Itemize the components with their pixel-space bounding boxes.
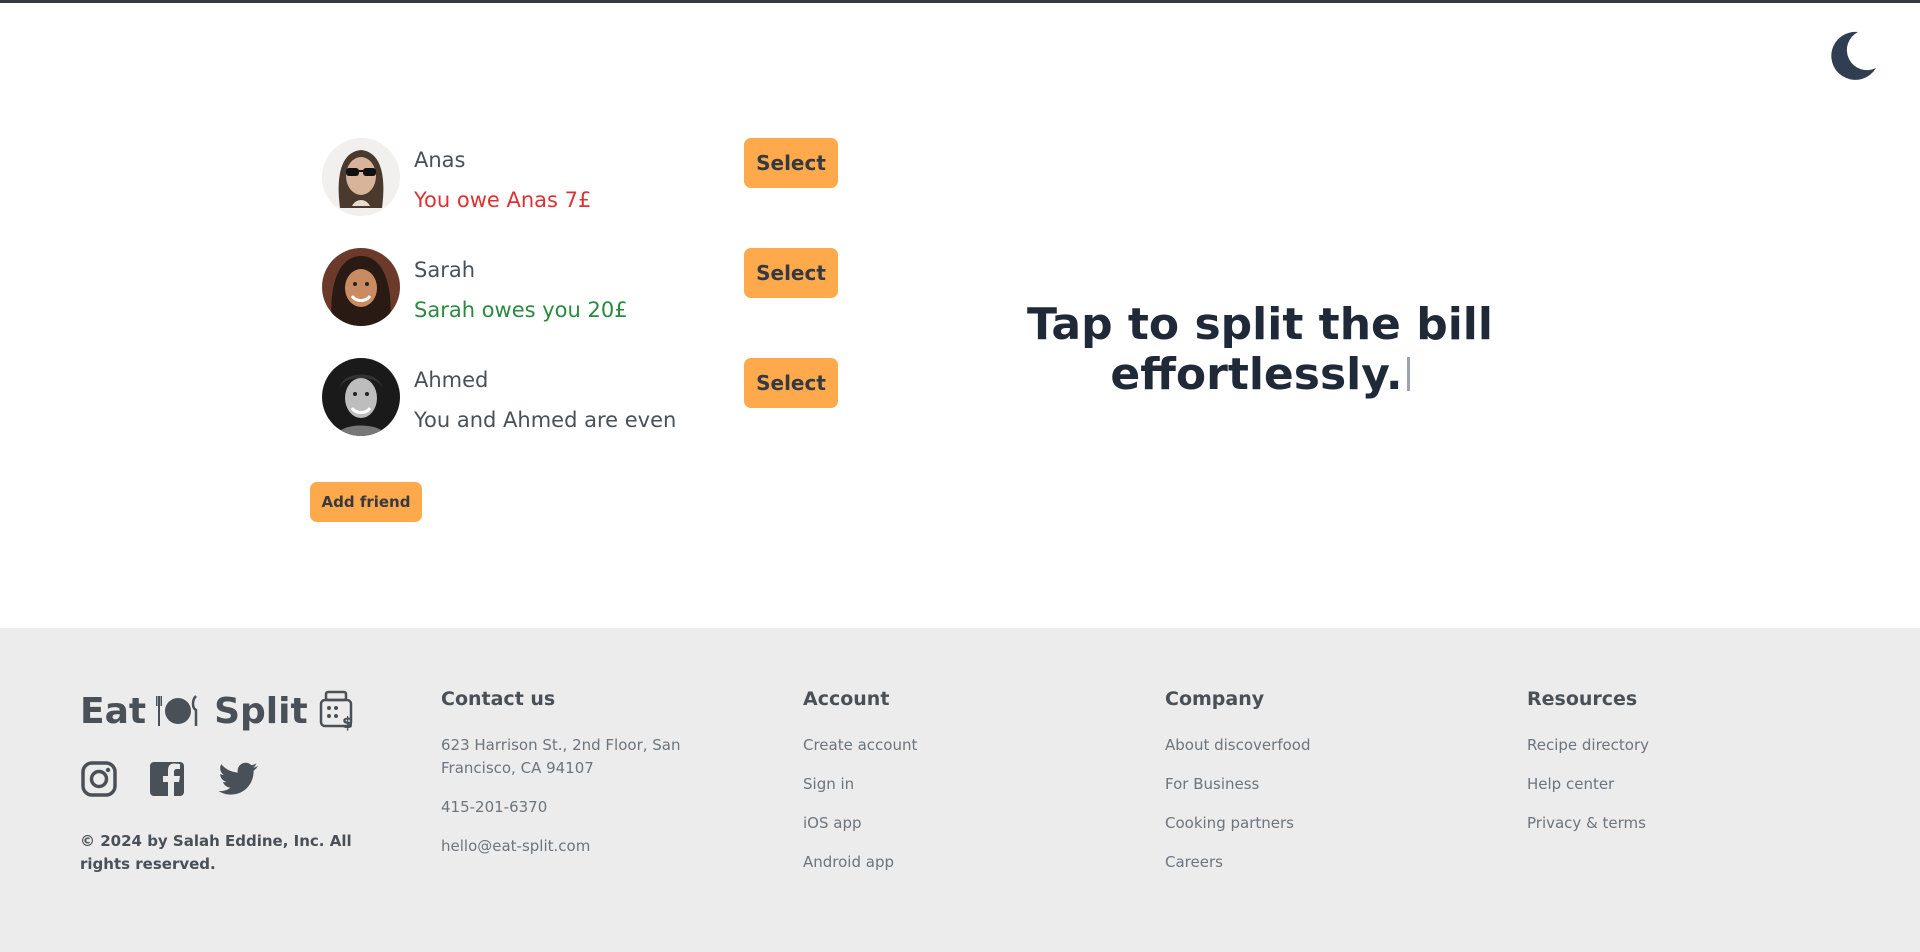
headline-line-2: effortlessly. (960, 350, 1560, 400)
instagram-icon[interactable] (80, 760, 118, 798)
footer: Eat Split $ © 2024 by Salah Eddine, Inc.… (0, 628, 1920, 952)
top-border (0, 0, 1920, 3)
link-help-center[interactable]: Help center (1527, 773, 1827, 796)
friend-item-ahmed: Ahmed You and Ahmed are even Select (310, 350, 850, 450)
link-privacy-terms[interactable]: Privacy & terms (1527, 812, 1827, 835)
calculator-dollar-icon: $ (319, 690, 353, 732)
friend-item-sarah: Sarah Sarah owes you 20£ Select (310, 240, 850, 340)
headline-line-2-text: effortlessly. (1110, 349, 1403, 400)
link-android-app[interactable]: Android app (803, 851, 1103, 874)
friend-balance: Sarah owes you 20£ (414, 298, 628, 322)
friend-balance: You owe Anas 7£ (414, 188, 592, 212)
link-careers[interactable]: Careers (1165, 851, 1465, 874)
friend-balance: You and Ahmed are even (414, 408, 677, 432)
contact-heading: Contact us (441, 688, 556, 710)
contact-address: 623 Harrison St., 2nd Floor, San Francis… (441, 736, 681, 777)
friend-item-anas: Anas You owe Anas 7£ Select (310, 130, 850, 230)
select-anas-button[interactable]: Select (744, 138, 838, 188)
select-sarah-button[interactable]: Select (744, 248, 838, 298)
facebook-icon[interactable] (148, 760, 186, 798)
link-about[interactable]: About discoverfood (1165, 734, 1465, 757)
contact-email[interactable]: hello@eat-split.com (441, 835, 751, 858)
social-links (80, 760, 260, 798)
typing-caret (1406, 357, 1410, 391)
link-create-account[interactable]: Create account (803, 734, 1103, 757)
avatar-anas (322, 138, 400, 216)
link-cooking-partners[interactable]: Cooking partners (1165, 812, 1465, 835)
twitter-icon[interactable] (216, 760, 260, 798)
footer-contact: Contact us 623 Harrison St., 2nd Floor, … (441, 688, 751, 874)
logo-word-eat: Eat (80, 690, 147, 732)
footer-logo[interactable]: Eat Split $ (80, 690, 372, 733)
contact-phone[interactable]: 415-201-6370 (441, 796, 751, 819)
account-heading: Account (803, 688, 890, 710)
footer-company: Company About discoverfood For Business … (1165, 688, 1465, 890)
svg-text:$: $ (342, 713, 353, 732)
add-friend-button[interactable]: Add friend (310, 482, 422, 522)
plate-cutlery-icon (156, 695, 198, 726)
avatar-sarah (322, 248, 400, 326)
friend-name: Ahmed (414, 368, 489, 392)
footer-resources: Resources Recipe directory Help center P… (1527, 688, 1827, 851)
company-heading: Company (1165, 688, 1265, 710)
hero-headline: Tap to split the bill effortlessly. (960, 300, 1560, 400)
resources-heading: Resources (1527, 688, 1638, 710)
link-recipe-directory[interactable]: Recipe directory (1527, 734, 1827, 757)
link-sign-in[interactable]: Sign in (803, 773, 1103, 796)
theme-toggle-moon-icon[interactable] (1824, 28, 1884, 88)
friend-name: Anas (414, 148, 466, 172)
link-for-business[interactable]: For Business (1165, 773, 1465, 796)
friend-name: Sarah (414, 258, 476, 282)
link-ios-app[interactable]: iOS app (803, 812, 1103, 835)
footer-account: Account Create account Sign in iOS app A… (803, 688, 1103, 890)
headline-line-1: Tap to split the bill (1027, 299, 1493, 350)
select-ahmed-button[interactable]: Select (744, 358, 838, 408)
copyright-text: © 2024 by Salah Eddine, Inc. All rights … (80, 832, 352, 873)
logo-word-split: Split (214, 690, 308, 732)
avatar-ahmed (322, 358, 400, 436)
